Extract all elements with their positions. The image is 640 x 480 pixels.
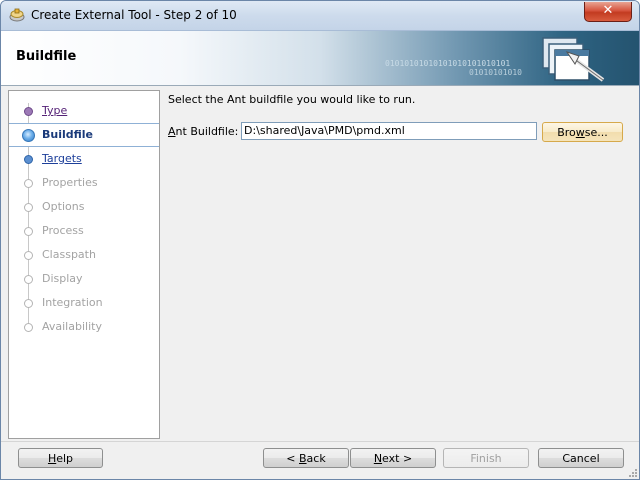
nav-step-options: Options [9,196,159,218]
nav-step-label: Options [42,200,85,213]
current-step-icon [22,129,35,142]
finish-button: Finish [443,448,529,468]
nav-step-label: Buildfile [42,128,94,141]
next-label-post: ext > [382,452,413,465]
close-icon: ✕ [602,3,614,18]
step-dot-icon [24,299,33,308]
nav-step-targets[interactable]: Targets [9,148,159,170]
browse-label-pre: Bro [557,126,576,139]
step-dot-icon [24,179,33,188]
help-label-post: elp [56,452,74,465]
step-dot-icon [24,227,33,236]
nav-step-label: Display [42,272,83,285]
nav-step-label: Properties [42,176,98,189]
cancel-button[interactable]: Cancel [538,448,624,468]
title-bar[interactable]: Create External Tool - Step 2 of 10 ✕ [1,1,639,31]
nav-step-properties: Properties [9,172,159,194]
app-icon [9,8,25,22]
browse-label-mnemonic: w [575,126,585,139]
browse-button[interactable]: Browse... [542,122,623,142]
ant-buildfile-input[interactable]: D:\shared\Java\PMD\pmd.xml [241,122,537,140]
nav-step-label: Process [42,224,84,237]
page-title: Buildfile [16,49,77,64]
dialog-window: Create External Tool - Step 2 of 10 ✕ Bu… [0,0,640,480]
nav-step-process: Process [9,220,159,242]
nav-step-availability: Availability [9,316,159,338]
nav-step-display: Display [9,268,159,290]
back-label-pre: < [286,452,299,465]
external-tool-icon [542,37,605,82]
help-button[interactable]: Help [18,448,103,468]
nav-step-label: Availability [42,320,102,333]
label-text: nt Buildfile: [175,125,239,138]
footer-separator [1,441,639,442]
banner-binary-text: 01010101010101010101010101 [385,59,511,68]
nav-step-integration: Integration [9,292,159,314]
resize-grip-icon[interactable] [627,467,637,477]
window-title: Create External Tool - Step 2 of 10 [31,8,237,22]
nav-step-buildfile[interactable]: Buildfile [9,123,159,147]
browse-label-post: se... [584,126,608,139]
nav-step-type[interactable]: Type [9,100,159,122]
nav-step-classpath: Classpath [9,244,159,266]
label-mnemonic: A [168,125,176,138]
help-label-mnemonic: H [47,452,57,465]
next-button[interactable]: Next > [350,448,436,468]
nav-step-label: Type [42,104,68,117]
instruction-text: Select the Ant buildfile you would like … [168,93,416,106]
step-dot-icon [24,155,33,164]
back-button[interactable]: < Back [263,448,349,468]
next-label-mnemonic: N [373,452,383,465]
step-dot-icon [24,323,33,332]
close-button[interactable]: ✕ [584,2,632,22]
ant-buildfile-label: Ant Buildfile: [168,125,238,138]
nav-step-label: Integration [42,296,103,309]
step-dot-icon [24,107,33,116]
back-label-post: ack [306,452,326,465]
nav-step-label: Classpath [42,248,96,261]
nav-step-label: Targets [42,152,82,165]
back-label-mnemonic: B [299,452,307,465]
step-dot-icon [24,203,33,212]
step-dot-icon [24,275,33,284]
wizard-step-nav: Type Buildfile Targets Properties Option… [8,90,160,439]
banner-binary-text-2: 01010101010 [469,68,522,77]
wizard-banner: Buildfile 01010101010101010101010101 010… [1,31,639,86]
step-dot-icon [24,251,33,260]
